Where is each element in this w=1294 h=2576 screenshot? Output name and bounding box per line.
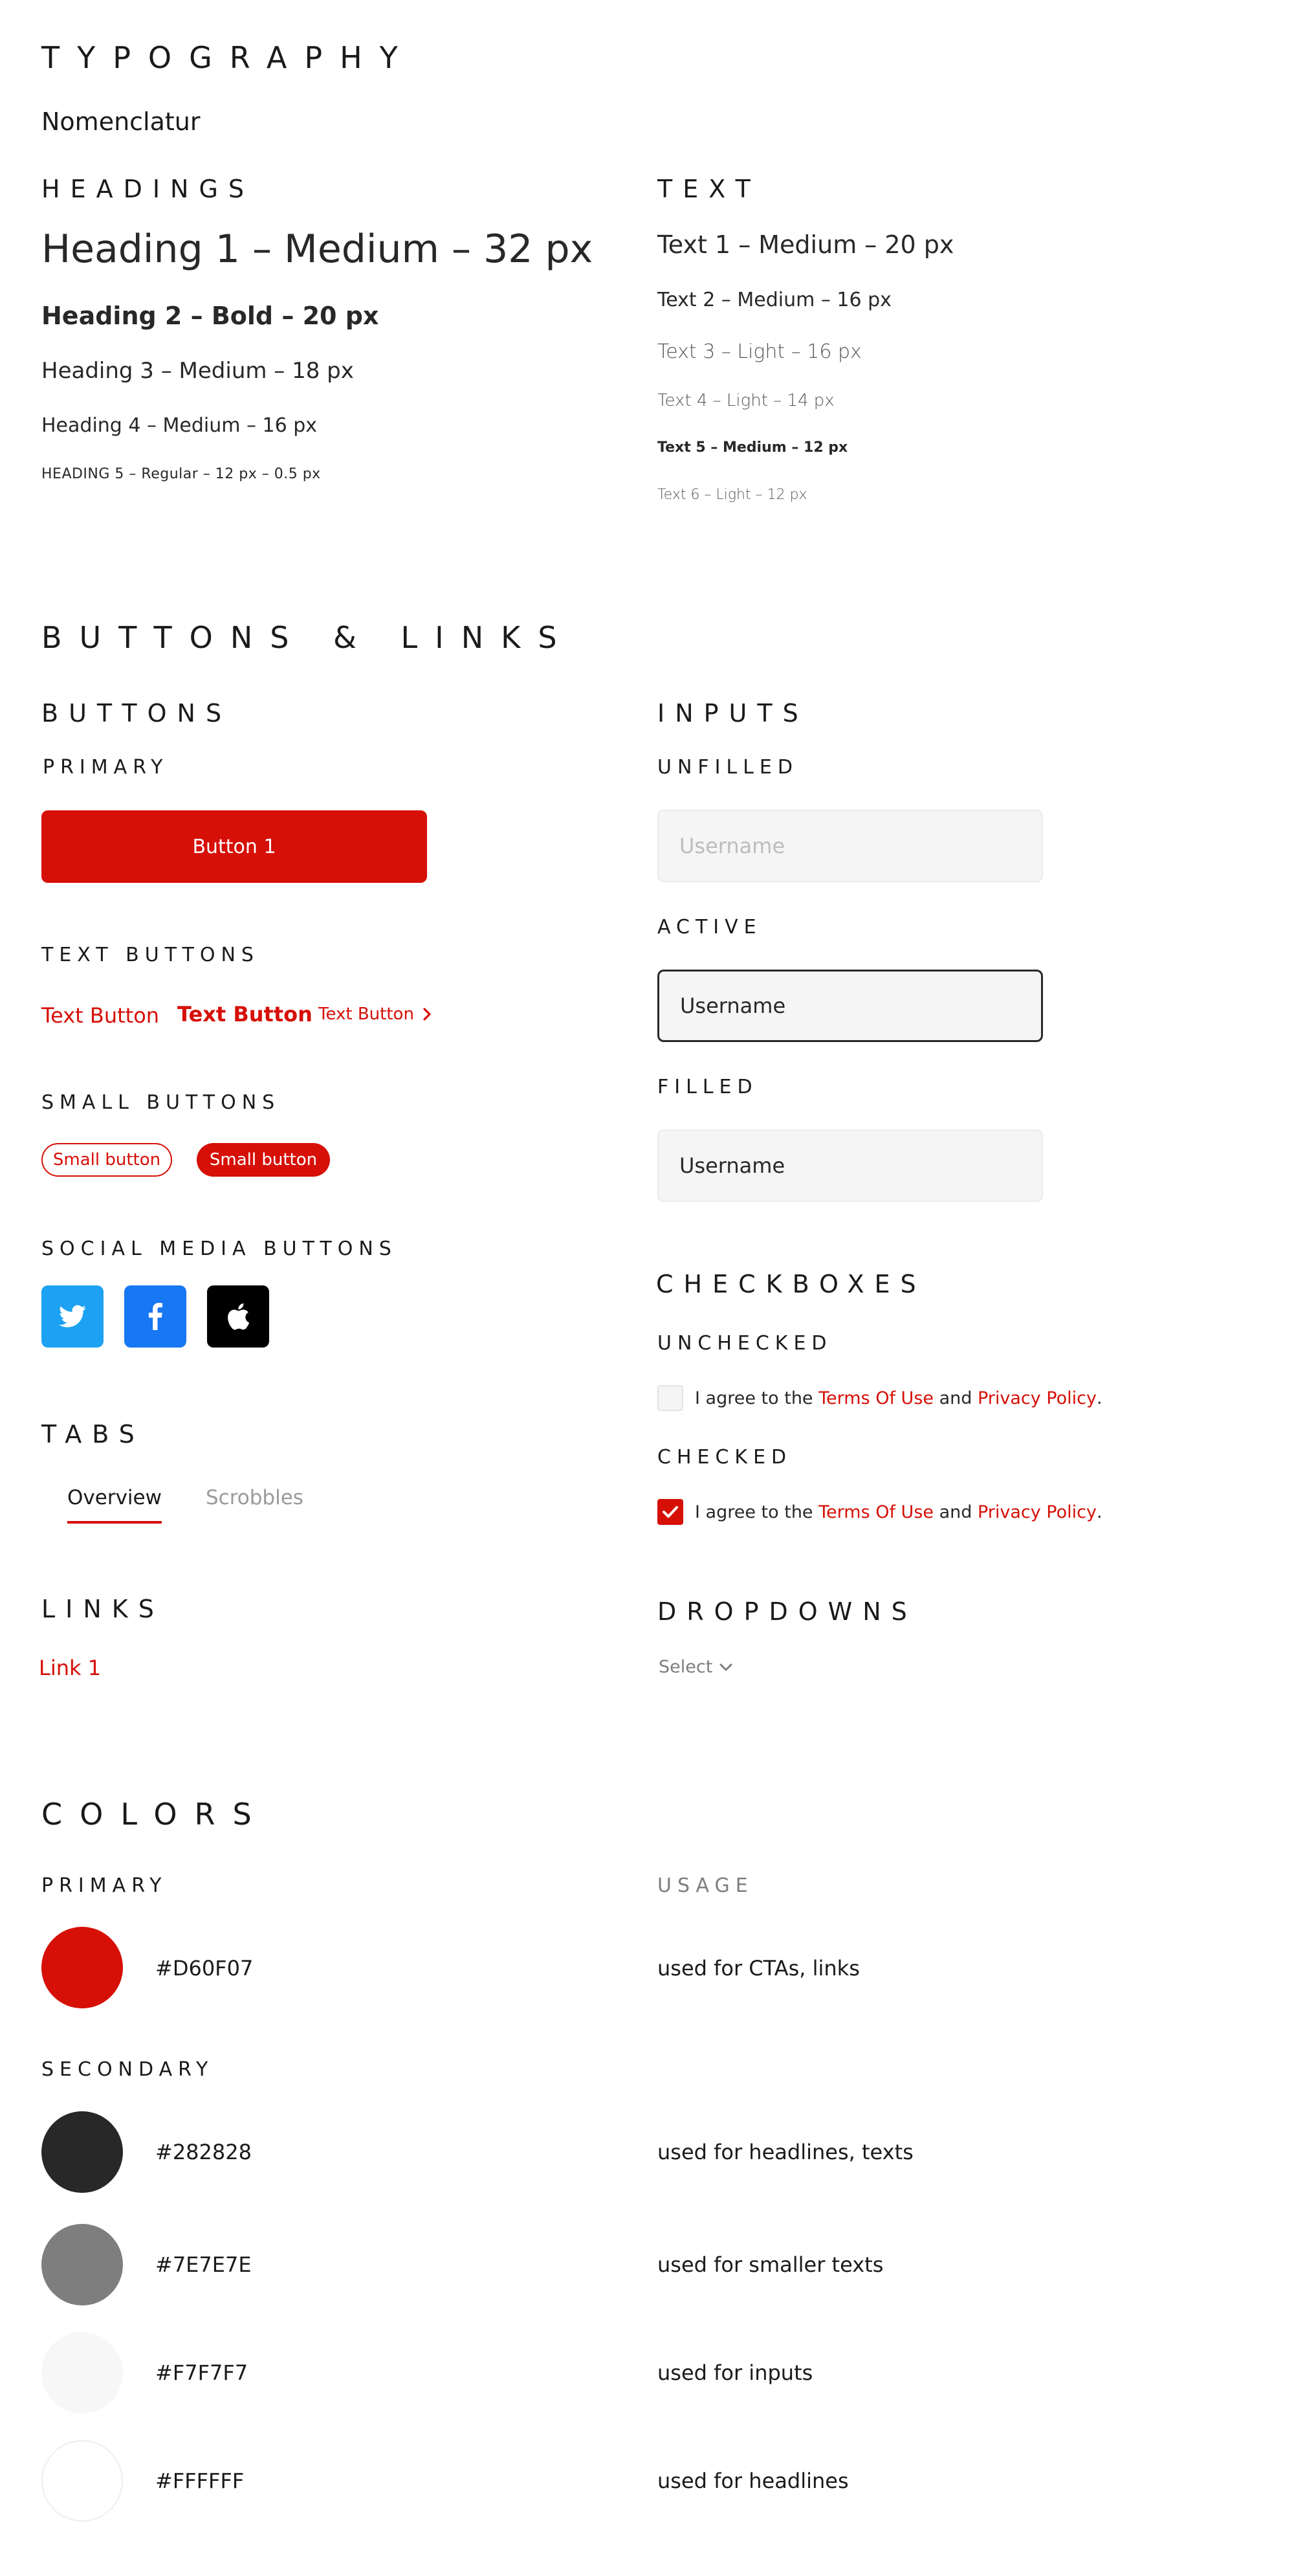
tabs-title: TABS	[41, 1420, 145, 1449]
text-2-sample: Text 2 – Medium – 16 px	[657, 289, 892, 311]
agree-text-prefix: I agree to the	[695, 1502, 819, 1522]
heading-4-sample: Heading 4 – Medium – 16 px	[41, 414, 318, 437]
unchecked-label: UNCHECKED	[657, 1332, 833, 1355]
username-input-filled[interactable]: Username	[657, 1129, 1043, 1202]
terms-link[interactable]: Terms Of Use	[818, 1388, 934, 1408]
facebook-button[interactable]	[124, 1285, 186, 1348]
unfilled-label: UNFILLED	[657, 756, 798, 779]
small-filled-button[interactable]: Small button	[197, 1143, 330, 1177]
color-usage-grey: used for smaller texts	[657, 2252, 884, 2277]
tab-scrobbles[interactable]: Scrobbles	[206, 1486, 303, 1509]
username-input-active[interactable]: Username	[657, 970, 1043, 1042]
text-3-sample: Text 3 – Light – 16 px	[657, 340, 862, 363]
text-4-sample: Text 4 – Light – 14 px	[657, 391, 835, 410]
tab-overview-label: Overview	[67, 1486, 162, 1509]
text-6-sample: Text 6 – Light – 12 px	[657, 487, 807, 503]
checkboxes-title: CHECKBOXES	[656, 1270, 927, 1298]
twitter-icon	[59, 1305, 86, 1327]
agree-checkbox-checked[interactable]	[657, 1499, 683, 1525]
secondary-colors-label: SECONDARY	[41, 2058, 214, 2081]
agree-text-period: .	[1096, 1388, 1102, 1408]
buttons-links-title: BUTTONS & LINKS	[41, 620, 575, 655]
color-hex-light: #F7F7F7	[155, 2360, 248, 2385]
privacy-link[interactable]: Privacy Policy	[978, 1388, 1097, 1408]
color-swatch-white	[41, 2440, 123, 2522]
heading-5-sample: HEADING 5 – Regular – 12 px – 0.5 px	[41, 466, 321, 482]
usage-label: USAGE	[657, 1874, 754, 1897]
text-1-sample: Text 1 – Medium – 20 px	[657, 230, 954, 259]
agree-text-and: and	[934, 1502, 978, 1522]
colors-title: COLORS	[41, 1797, 269, 1832]
agree-checkbox-unchecked[interactable]	[657, 1385, 683, 1411]
heading-2-sample: Heading 2 – Bold – 20 px	[41, 302, 379, 330]
tab-active-indicator	[67, 1521, 162, 1524]
inputs-title: INPUTS	[657, 699, 809, 727]
agree-text-and: and	[934, 1388, 978, 1408]
text-button-medium[interactable]: Text Button	[177, 1002, 313, 1027]
buttons-title: BUTTONS	[41, 699, 232, 727]
primary-label: PRIMARY	[43, 756, 169, 779]
color-hex-primary: #D60F07	[155, 1956, 254, 1981]
color-usage-dark: used for headlines, texts	[657, 2140, 914, 2164]
text-button-regular[interactable]: Text Button	[41, 1003, 159, 1028]
heading-1-sample: Heading 1 – Medium – 32 px	[41, 227, 593, 272]
privacy-link[interactable]: Privacy Policy	[978, 1502, 1097, 1522]
agree-checkbox-checked-row: I agree to the Terms Of Use and Privacy …	[657, 1499, 1102, 1525]
typography-title: TYPOGRAPHY	[41, 40, 415, 75]
text-button-chevron[interactable]: Text Button	[318, 1005, 432, 1024]
chevron-right-icon	[423, 1008, 431, 1021]
tab-overview[interactable]: Overview	[67, 1486, 162, 1524]
link-1[interactable]: Link 1	[39, 1656, 101, 1680]
apple-button[interactable]	[207, 1285, 269, 1348]
select-dropdown[interactable]: Select	[659, 1657, 733, 1677]
links-title: LINKS	[41, 1595, 164, 1623]
agree-text-prefix: I agree to the	[695, 1388, 819, 1408]
agree-text-period: .	[1096, 1502, 1102, 1522]
color-hex-white: #FFFFFF	[155, 2469, 245, 2493]
color-usage-light: used for inputs	[657, 2360, 813, 2385]
agree-checkbox-unchecked-row: I agree to the Terms Of Use and Privacy …	[657, 1385, 1102, 1411]
color-swatch-primary	[41, 1927, 123, 2008]
headings-title: HEADINGS	[41, 175, 255, 203]
small-buttons-label: SMALL BUTTONS	[41, 1091, 281, 1114]
color-hex-grey: #7E7E7E	[155, 2252, 252, 2277]
dropdowns-title: DROPDOWNS	[657, 1597, 917, 1626]
color-swatch-grey	[41, 2224, 123, 2305]
select-dropdown-value: Select	[659, 1657, 713, 1677]
primary-button[interactable]: Button 1	[41, 810, 427, 883]
color-hex-dark: #282828	[155, 2140, 252, 2164]
color-swatch-light	[41, 2332, 123, 2414]
heading-3-sample: Heading 3 – Medium – 18 px	[41, 358, 354, 384]
text-buttons-label: TEXT BUTTONS	[41, 944, 259, 966]
terms-link[interactable]: Terms Of Use	[818, 1502, 934, 1522]
filled-label: FILLED	[657, 1076, 758, 1098]
checked-label: CHECKED	[657, 1446, 793, 1469]
checkmark-icon	[663, 1506, 678, 1518]
color-swatch-dark	[41, 2111, 123, 2193]
active-label: ACTIVE	[657, 916, 762, 938]
social-buttons-label: SOCIAL MEDIA BUTTONS	[41, 1238, 397, 1260]
username-input-unfilled[interactable]: Username	[657, 810, 1043, 882]
text-5-sample: Text 5 – Medium – 12 px	[657, 439, 848, 456]
color-usage-primary: used for CTAs, links	[657, 1956, 860, 1981]
text-title: TEXT	[657, 175, 761, 203]
twitter-button[interactable]	[41, 1285, 104, 1348]
color-usage-white: used for headlines	[657, 2469, 849, 2493]
chevron-down-icon	[719, 1663, 732, 1671]
facebook-icon	[148, 1303, 162, 1330]
primary-colors-label: PRIMARY	[41, 1874, 168, 1897]
text-button-chevron-label: Text Button	[318, 1005, 414, 1024]
small-outline-button[interactable]: Small button	[41, 1143, 172, 1177]
typography-subtitle: Nomenclatur	[41, 107, 201, 136]
apple-icon	[228, 1303, 250, 1330]
